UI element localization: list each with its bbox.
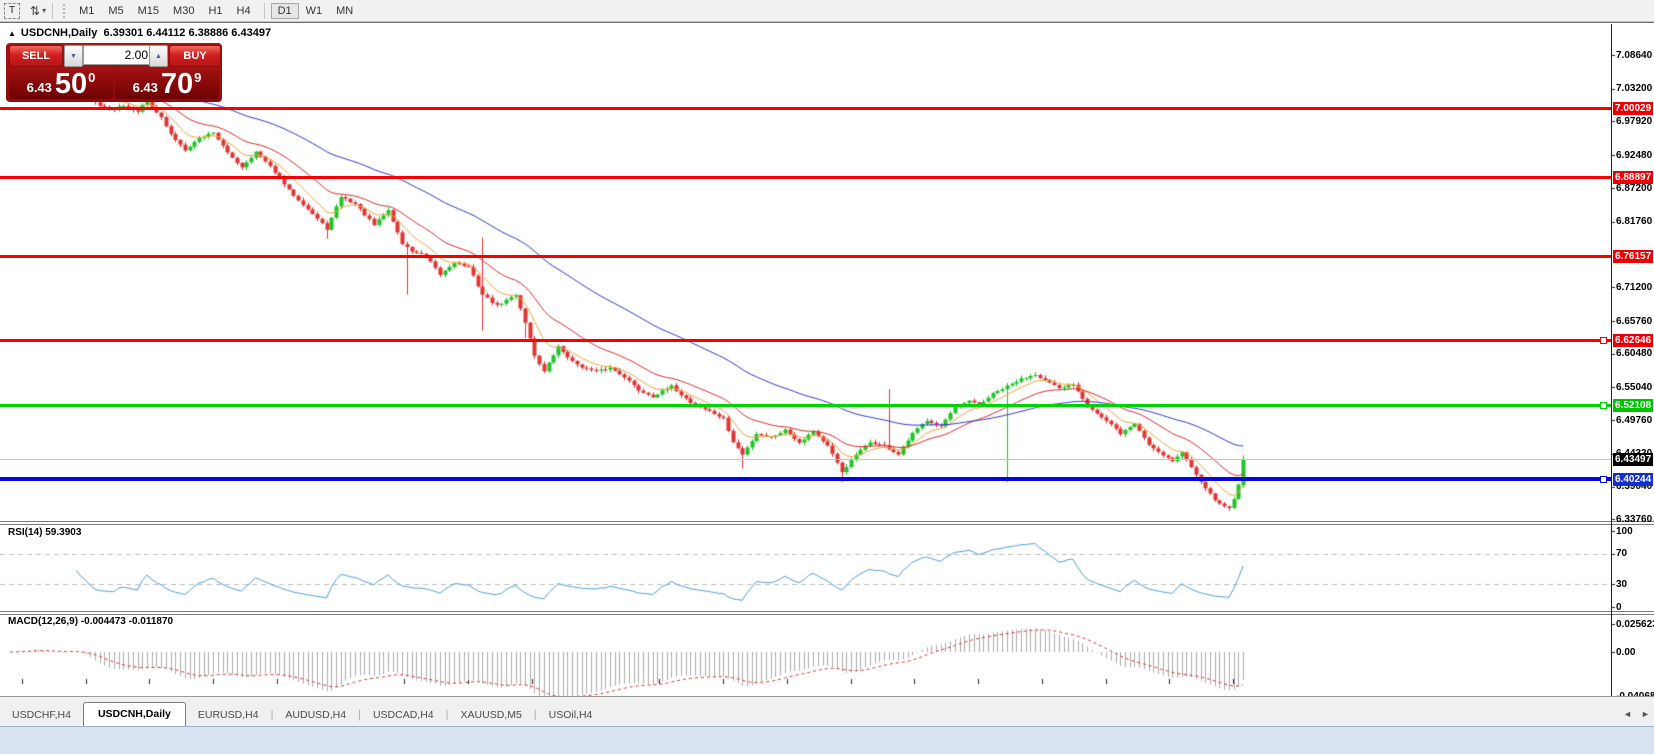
- current-price-badge: 6.43497: [1613, 453, 1653, 466]
- buy-price-point: 9: [194, 70, 201, 85]
- tab-scroll-right-icon[interactable]: ►: [1638, 706, 1653, 721]
- price-axis-tick-label: 6.65760: [1616, 315, 1652, 328]
- timeframe-button-m15[interactable]: M15: [131, 3, 166, 19]
- buy-price-pips: 70: [161, 70, 193, 99]
- timeframe-button-m1[interactable]: M1: [72, 3, 101, 19]
- chart-tab-usdcnh-daily[interactable]: USDCNH,Daily: [83, 702, 186, 727]
- price-level-badge: 7.00029: [1613, 102, 1653, 115]
- arrows-tool-caret-icon[interactable]: ▾: [42, 6, 46, 15]
- timeframe-button-m5[interactable]: M5: [101, 3, 130, 19]
- level-line-anchor-marker[interactable]: [1600, 476, 1607, 483]
- timeframe-buttons: M1M5M15M30H1H4 D1W1MN: [72, 3, 360, 19]
- volume-decrease-button[interactable]: ▼: [64, 45, 83, 67]
- timeframe-button-h4[interactable]: H4: [230, 3, 258, 19]
- horizontal-level-line-7.00029[interactable]: [0, 107, 1611, 110]
- rsi-axis-tick-label: 70: [1616, 547, 1627, 560]
- timeframe-button-mn[interactable]: MN: [329, 3, 360, 19]
- rsi-axis-tick-label: 0: [1616, 601, 1622, 614]
- one-click-trading-panel: SELL ▼ ▲ BUY 6.43 50 0 6.43 70 9: [6, 43, 222, 102]
- timeframe-button-m30[interactable]: M30: [166, 3, 201, 19]
- rsi-panel-divider[interactable]: [0, 521, 1654, 525]
- collapse-panel-icon[interactable]: ▲: [8, 29, 16, 38]
- rsi-axis-tick-label: 30: [1616, 578, 1627, 591]
- sell-price-pips: 50: [55, 70, 87, 99]
- horizontal-level-line-6.62646[interactable]: [0, 339, 1611, 342]
- chart-tab-usoil-h4[interactable]: USOil,H4: [537, 704, 605, 727]
- price-axis-tick-label: 7.08640: [1616, 49, 1652, 62]
- macd-axis-tick-label: 0.025623: [1616, 618, 1654, 631]
- price-level-badge: 6.40244: [1613, 473, 1653, 486]
- horizontal-level-line-6.88897[interactable]: [0, 176, 1611, 179]
- macd-axis-tick-label: 0.00: [1616, 646, 1635, 659]
- timeframe-button-h1[interactable]: H1: [201, 3, 229, 19]
- price-axis-tick-label: 6.92480: [1616, 149, 1652, 162]
- chart-tab-bar: USDCHF,H4USDCNH,DailyEURUSD,H4|AUDUSD,H4…: [0, 696, 1654, 727]
- rsi-indicator-label: RSI(14) 59.3903: [8, 527, 81, 538]
- price-level-badge: 6.76157: [1613, 250, 1653, 263]
- price-level-badge: 6.52108: [1613, 399, 1653, 412]
- buy-price-prefix: 6.43: [133, 80, 158, 95]
- candlestick-chart-canvas[interactable]: [0, 23, 1654, 703]
- current-price-line: [0, 459, 1611, 460]
- chart-toolbar: T ⇅ ▾ M1M5M15M30H1H4 D1W1MN: [0, 0, 1654, 22]
- text-tool-button[interactable]: T: [4, 3, 20, 19]
- chart-tab-usdcad-h4[interactable]: USDCAD,H4: [361, 704, 446, 727]
- macd-indicator-label: MACD(12,26,9) -0.004473 -0.011870: [8, 616, 173, 627]
- toolbar-separator: [264, 3, 265, 19]
- toolbar-separator: [52, 3, 53, 19]
- price-axis-tick-label: 6.49760: [1616, 414, 1652, 427]
- rsi-axis-tick-label: 100: [1616, 525, 1633, 538]
- price-axis-line: [1611, 24, 1612, 701]
- sell-price-point: 0: [88, 70, 95, 85]
- chart-tab-usdchf-h4[interactable]: USDCHF,H4: [0, 704, 83, 727]
- sell-button[interactable]: SELL: [9, 45, 63, 67]
- horizontal-level-line-6.52108[interactable]: [0, 404, 1611, 407]
- price-axis-tick-label: 6.71200: [1616, 281, 1652, 294]
- volume-input[interactable]: [83, 45, 153, 65]
- timeframe-button-d1[interactable]: D1: [271, 3, 299, 19]
- buy-price-display[interactable]: 6.43 70 9: [115, 67, 219, 99]
- price-level-badge: 6.88897: [1613, 171, 1653, 184]
- chart-ohlc-values: 6.39301 6.44112 6.38886 6.43497: [103, 27, 271, 39]
- sell-price-prefix: 6.43: [27, 80, 52, 95]
- tab-scroll-left-icon[interactable]: ◄: [1620, 706, 1635, 721]
- price-level-badge: 6.62646: [1613, 334, 1653, 347]
- volume-increase-button[interactable]: ▲: [149, 45, 168, 67]
- price-axis-tick-label: 6.55040: [1616, 381, 1652, 394]
- chart-tab-xauusd-m5[interactable]: XAUUSD,M5: [449, 704, 534, 727]
- mt4-terminal: T ⇅ ▾ M1M5M15M30H1H4 D1W1MN ▲ USDCNH,Daily…: [0, 0, 1654, 754]
- level-line-anchor-marker[interactable]: [1600, 402, 1607, 409]
- chart-tab-eurusd-h4[interactable]: EURUSD,H4: [186, 704, 271, 727]
- sell-price-display[interactable]: 6.43 50 0: [9, 67, 113, 99]
- price-axis-tick-label: 7.03200: [1616, 82, 1652, 95]
- horizontal-level-line-6.40244[interactable]: [0, 477, 1611, 481]
- horizontal-level-line-6.76157[interactable]: [0, 255, 1611, 258]
- toolbar-grip: [63, 4, 68, 18]
- buy-button[interactable]: BUY: [169, 45, 221, 67]
- chart-title: ▲ USDCNH,Daily 6.39301 6.44112 6.38886 6.…: [8, 27, 271, 39]
- price-axis-tick-label: 6.81760: [1616, 215, 1652, 228]
- arrows-tool-icon[interactable]: ⇅: [30, 4, 40, 18]
- timeframe-button-w1[interactable]: W1: [299, 3, 330, 19]
- macd-panel-divider[interactable]: [0, 611, 1654, 615]
- level-line-anchor-marker[interactable]: [1600, 337, 1607, 344]
- chart-window: ▲ USDCNH,Daily 6.39301 6.44112 6.38886 6.…: [0, 22, 1654, 749]
- price-axis-tick-label: 6.60480: [1616, 347, 1652, 360]
- chart-symbol-label: USDCNH,Daily: [21, 27, 97, 39]
- price-axis-tick-label: 6.97920: [1616, 115, 1652, 128]
- status-bar: [0, 726, 1654, 754]
- chart-tab-audusd-h4[interactable]: AUDUSD,H4: [273, 704, 358, 727]
